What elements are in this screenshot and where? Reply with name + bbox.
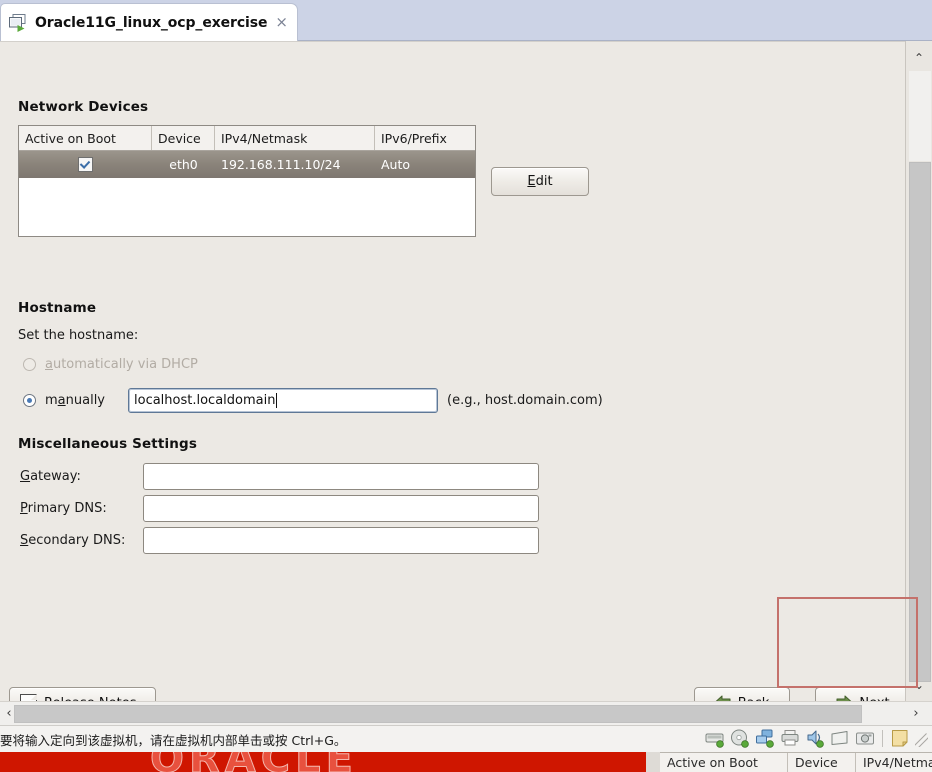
vm-guest-screen: Network Devices Active on Boot Device IP… [0, 41, 932, 701]
arrow-left-icon [715, 694, 731, 701]
secondary-dns-input[interactable] [143, 527, 539, 554]
network-devices-table[interactable]: Active on Boot Device IPv4/Netmask IPv6/… [18, 125, 476, 237]
status-icon-tray [705, 729, 928, 748]
hostname-input-value: localhost.localdomain [134, 393, 276, 408]
device-cell: eth0 [169, 157, 198, 172]
column-header-ipv6-prefix: IPv6/Prefix [381, 130, 447, 146]
sound-card-icon[interactable] [805, 729, 825, 748]
ipv6-prefix-cell: Auto [381, 157, 411, 172]
vertical-scroll-thumb[interactable] [909, 162, 931, 682]
gateway-input[interactable] [143, 463, 539, 490]
network-adapter-icon[interactable] [755, 729, 775, 748]
table-header-row: Active on Boot Device IPv4/Netmask IPv6/… [19, 126, 475, 151]
frag-column-device: Device [788, 753, 856, 772]
edit-button-label: Edit [527, 174, 553, 189]
network-devices-heading: Network Devices [18, 99, 149, 115]
display-icon[interactable] [830, 729, 850, 748]
anaconda-network-page: Network Devices Active on Boot Device IP… [0, 41, 911, 701]
table-row[interactable]: eth0 192.168.111.10/24 Auto [19, 151, 475, 178]
active-on-boot-checkbox[interactable] [78, 157, 93, 172]
column-header-device: Device [152, 126, 215, 150]
close-icon[interactable]: × [274, 15, 288, 30]
next-button[interactable]: Next [815, 687, 911, 701]
scroll-down-icon[interactable]: ⌄ [906, 674, 932, 696]
radio-automatically-via-dhcp[interactable]: automatically via DHCP [23, 357, 198, 372]
oracle-banner-fragment: ORACLE [0, 752, 646, 772]
fragment-gap [646, 752, 660, 772]
primary-dns-label: Primary DNS: [20, 501, 107, 516]
edit-button[interactable]: Edit [491, 167, 589, 196]
release-notes-button[interactable]: Release Notes [9, 687, 156, 701]
hostname-heading: Hostname [18, 300, 97, 316]
hard-disk-icon[interactable] [705, 729, 725, 748]
column-header-active-on-boot: Active on Boot [19, 126, 152, 150]
frag-column-active-on-boot: Active on Boot [660, 753, 788, 772]
ipv4-netmask-cell: 192.168.111.10/24 [221, 157, 341, 172]
misc-settings-heading: Miscellaneous Settings [18, 436, 198, 452]
radio-manually-label: manually [45, 393, 106, 408]
active-on-boot-cell[interactable] [19, 157, 152, 172]
vm-running-icon [8, 13, 28, 32]
sticky-note-icon[interactable] [890, 729, 910, 748]
horizontal-scrollbar[interactable]: ‹ › [0, 701, 932, 725]
camera-icon[interactable] [855, 729, 875, 748]
vmware-status-bar: 要将输入定向到该虚拟机，请在虚拟机内部单击或按 Ctrl+G。 [0, 725, 932, 752]
primary-dns-input[interactable] [143, 495, 539, 522]
background-table-header-fragment: Active on Boot Device IPv4/Netmask IPv6/… [660, 752, 932, 772]
vertical-scrollbar[interactable]: ⌃ ⌄ [905, 41, 932, 701]
resize-grip-icon[interactable] [915, 730, 928, 747]
radio-manually[interactable]: manually [23, 393, 105, 408]
vmware-tab-strip: Oracle11G_linux_ocp_exercise × [0, 0, 932, 41]
arrow-right-icon [836, 694, 852, 701]
horizontal-scroll-thumb[interactable] [14, 705, 862, 723]
hostname-input[interactable]: localhost.localdomain [128, 388, 438, 413]
secondary-dns-label: Secondary DNS: [20, 533, 126, 548]
frag-column-ipv4-netmask: IPv4/Netmask [856, 753, 932, 772]
hostname-sublabel: Set the hostname: [18, 328, 139, 343]
status-divider [882, 730, 883, 747]
vm-tab-title: Oracle11G_linux_ocp_exercise [35, 14, 268, 31]
oracle-wordmark: ORACLE [150, 752, 358, 772]
vertical-scroll-track[interactable] [909, 71, 931, 161]
text-caret [276, 393, 278, 408]
printer-icon[interactable] [780, 729, 800, 748]
gateway-label: Gateway: [20, 469, 81, 484]
radio-dhcp-indicator[interactable] [23, 358, 36, 371]
back-button[interactable]: Back [694, 687, 790, 701]
status-message: 要将输入定向到该虚拟机，请在虚拟机内部单击或按 Ctrl+G。 [0, 733, 347, 748]
scroll-up-icon[interactable]: ⌃ [906, 47, 932, 69]
cd-dvd-icon[interactable] [730, 729, 750, 748]
radio-dhcp-label: automatically via DHCP [45, 357, 198, 372]
radio-manually-indicator[interactable] [23, 394, 36, 407]
document-icon [20, 693, 37, 701]
background-fragment-strip: ORACLE Active on Boot Device IPv4/Netmas… [0, 752, 932, 772]
hostname-example-label: (e.g., host.domain.com) [447, 393, 603, 408]
column-header-ipv4-netmask: IPv4/Netmask [215, 126, 375, 150]
scroll-right-icon[interactable]: › [907, 702, 925, 725]
vm-tab[interactable]: Oracle11G_linux_ocp_exercise × [0, 3, 298, 41]
